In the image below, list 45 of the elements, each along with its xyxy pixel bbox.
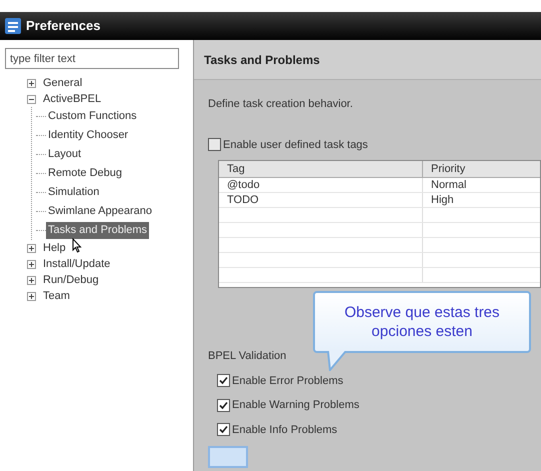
window-title: Preferences	[26, 17, 100, 36]
tree-item[interactable]: Run/Debug	[41, 272, 101, 288]
table-cell-text: @todo	[227, 178, 260, 193]
page-description: Define task creation behavior.	[208, 97, 354, 112]
tree-item[interactable]: Team	[41, 288, 72, 304]
checkmark-icon	[219, 376, 228, 386]
checkbox-label: Enable user defined task tags	[223, 138, 368, 152]
expand-icon[interactable]	[27, 78, 36, 88]
expand-icon[interactable]	[27, 292, 36, 300]
pointer-icon	[72, 238, 82, 253]
table-cell-text: High	[431, 192, 454, 208]
tree-item[interactable]: Simulation	[46, 184, 102, 201]
column-header[interactable]: Tag	[219, 161, 423, 177]
tree-item[interactable]: Swimlane Appearano	[46, 203, 154, 220]
checkbox[interactable]	[217, 374, 230, 388]
expand-icon[interactable]	[27, 244, 36, 252]
checkbox-label: Enable Warning Problems	[232, 398, 360, 413]
callout-text: Observe que estas tres opciones esten	[343, 303, 501, 341]
table-cell-text: TODO	[227, 192, 259, 208]
highlight-box	[208, 446, 248, 468]
checkmark-icon	[219, 400, 228, 410]
expand-icon[interactable]	[27, 276, 36, 284]
tree-item[interactable]: Help	[41, 240, 68, 256]
checkbox-label: Enable Info Problems	[232, 422, 338, 438]
filter-field[interactable]: type filter text	[5, 48, 179, 69]
tree-item[interactable]: General	[41, 74, 84, 92]
window-icon	[4, 17, 22, 35]
checkbox[interactable]	[217, 423, 230, 436]
tree-item[interactable]: Install/Update	[41, 256, 112, 272]
table-cell-text: Normal	[431, 178, 466, 193]
checkbox[interactable]	[208, 138, 221, 152]
collapse-icon[interactable]	[27, 94, 36, 104]
section-heading: BPEL Validation	[208, 349, 286, 364]
checkbox-label: Enable Error Problems	[232, 374, 344, 388]
tree-item[interactable]: Tasks and Problems	[46, 222, 150, 239]
tree-item[interactable]: Custom Functions	[46, 108, 139, 125]
tree-item[interactable]: Remote Debug	[46, 165, 124, 182]
page-title: Tasks and Problems	[204, 52, 320, 68]
expand-icon[interactable]	[27, 260, 36, 268]
checkmark-icon	[219, 425, 228, 434]
checkbox[interactable]	[217, 398, 230, 412]
tree-item[interactable]: ActiveBPEL	[41, 90, 104, 108]
tree-item[interactable]: Layout	[46, 146, 84, 163]
tree-item[interactable]: Identity Chooser	[46, 127, 130, 144]
column-header[interactable]: Priority	[423, 161, 540, 177]
